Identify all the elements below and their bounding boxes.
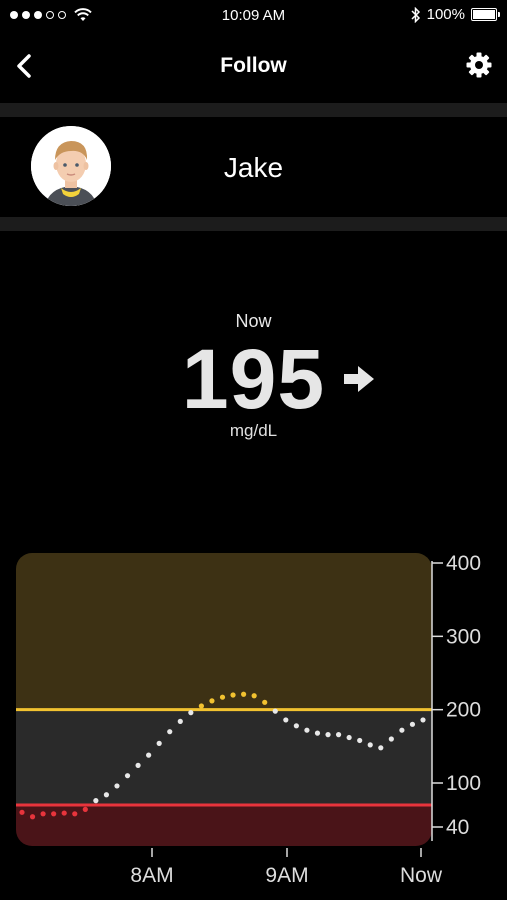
gear-icon[interactable] <box>465 51 493 79</box>
battery-percent: 100% <box>426 6 465 23</box>
data-point <box>241 691 247 697</box>
data-point <box>399 727 405 733</box>
x-axis: 8AM 9AM Now <box>130 848 443 887</box>
data-point <box>378 745 384 751</box>
data-point <box>293 723 299 729</box>
y-tick-label: 100 <box>446 772 481 795</box>
data-point <box>61 810 67 816</box>
low-zone <box>16 805 432 846</box>
glucose-value: 195 <box>181 332 326 426</box>
data-point <box>272 708 278 714</box>
data-point <box>209 698 215 704</box>
y-tick-label: 40 <box>446 816 469 839</box>
data-point <box>114 783 120 789</box>
glucose-panel: Now 195 mg/dL 400 300 200 100 40 8AM 9AM Now <box>0 231 507 900</box>
battery-icon <box>471 8 500 21</box>
data-point <box>283 717 289 723</box>
data-point <box>167 729 173 735</box>
data-point <box>262 699 268 705</box>
data-point <box>188 710 194 716</box>
data-point <box>304 727 310 733</box>
page-title: Follow <box>220 54 287 77</box>
data-point <box>335 732 342 738</box>
data-point <box>198 703 204 709</box>
data-point <box>388 736 394 742</box>
x-tick-label: 9AM <box>265 864 308 887</box>
data-point <box>135 762 141 768</box>
data-point <box>19 809 25 815</box>
data-point <box>40 811 46 817</box>
data-point <box>230 692 236 698</box>
reading-label: Now <box>235 311 272 331</box>
glucose-unit: mg/dL <box>229 421 278 440</box>
right-arrow-icon <box>344 366 374 392</box>
x-tick-label: 8AM <box>130 864 173 887</box>
data-point <box>367 742 373 748</box>
data-point <box>325 732 331 738</box>
data-point <box>124 773 131 779</box>
data-point <box>72 811 78 817</box>
y-tick-label: 200 <box>446 699 481 722</box>
high-zone <box>16 553 432 710</box>
data-point <box>219 694 226 700</box>
target-zone <box>16 709 432 805</box>
data-point <box>82 806 88 812</box>
data-point <box>357 737 363 744</box>
divider <box>0 217 507 231</box>
data-point <box>103 792 110 798</box>
data-point <box>346 734 352 741</box>
data-point <box>409 721 416 727</box>
data-point <box>251 693 257 699</box>
glucose-chart: 400 300 200 100 40 8AM 9AM Now <box>16 552 481 887</box>
y-axis: 400 300 200 100 40 <box>431 552 481 841</box>
data-point <box>314 730 321 736</box>
y-tick-label: 300 <box>446 625 481 648</box>
nav-bar: Follow <box>0 34 507 98</box>
divider <box>0 103 507 117</box>
data-point <box>93 798 99 804</box>
data-point <box>146 752 152 758</box>
data-point <box>177 718 183 724</box>
data-point <box>29 814 36 820</box>
profile-name: Jake <box>223 152 284 183</box>
data-point <box>156 740 162 746</box>
data-point <box>420 717 426 723</box>
x-tick-label: Now <box>400 864 443 887</box>
y-tick-label: 400 <box>446 552 481 575</box>
bluetooth-icon <box>411 6 420 23</box>
data-point <box>51 811 57 817</box>
profile-row[interactable]: Jake <box>0 117 507 217</box>
status-bar: 10:09 AM 100% <box>0 0 507 34</box>
